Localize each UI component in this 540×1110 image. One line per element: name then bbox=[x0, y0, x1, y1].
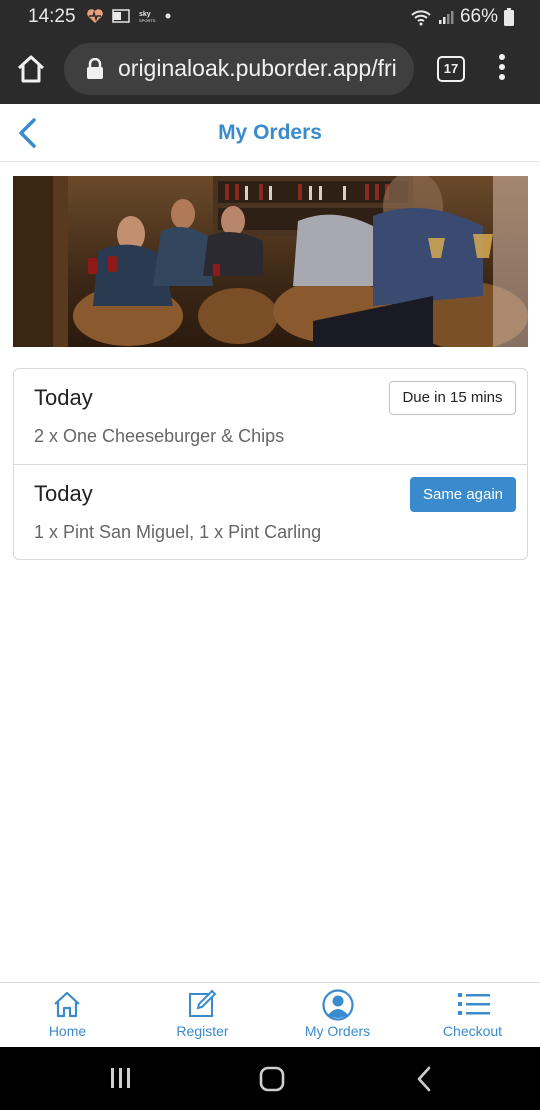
status-bar: 14:25 sky SPORTS 66% bbox=[0, 0, 540, 34]
edit-icon bbox=[189, 989, 217, 1017]
sky-sports-icon: skySPORTS bbox=[139, 11, 156, 23]
pub-photo bbox=[13, 176, 528, 347]
nav-register-label: Register bbox=[176, 1023, 229, 1039]
nav-home-label: Home bbox=[48, 1023, 87, 1039]
notification-icons: sky SPORTS bbox=[86, 8, 172, 24]
recent-apps-icon[interactable] bbox=[108, 1067, 134, 1089]
order-row[interactable]: Today Due in 15 mins 2 x One Cheeseburge… bbox=[14, 369, 527, 465]
nav-home[interactable]: Home bbox=[0, 983, 135, 1048]
nav-checkout[interactable]: Checkout bbox=[405, 983, 540, 1048]
browser-menu-icon[interactable] bbox=[494, 54, 510, 86]
system-back-icon[interactable] bbox=[414, 1066, 434, 1092]
nav-checkout-label: Checkout bbox=[442, 1023, 503, 1039]
nav-my-orders[interactable]: My Orders bbox=[270, 983, 405, 1048]
wifi-icon bbox=[411, 10, 431, 26]
status-right: 66% bbox=[410, 6, 514, 28]
health-icon bbox=[87, 9, 103, 23]
status-time: 14:25 bbox=[28, 6, 76, 27]
orders-list: Today Due in 15 mins 2 x One Cheeseburge… bbox=[13, 368, 528, 560]
signal-icon bbox=[438, 11, 454, 24]
battery-icon bbox=[504, 8, 514, 26]
svg-text:SPORTS: SPORTS bbox=[139, 18, 156, 23]
system-navigation-bar bbox=[0, 1047, 540, 1110]
pub-hero-image bbox=[13, 176, 528, 347]
user-icon bbox=[322, 989, 354, 1021]
svg-text:sky: sky bbox=[139, 11, 151, 18]
url-text: originaloak.puborder.app/fri bbox=[118, 55, 397, 81]
due-status-badge: Due in 15 mins bbox=[389, 381, 516, 415]
list-icon bbox=[458, 993, 490, 1015]
system-home-icon[interactable] bbox=[259, 1066, 285, 1092]
address-bar[interactable]: originaloak.puborder.app/fri bbox=[64, 43, 414, 95]
nav-register[interactable]: Register bbox=[135, 983, 270, 1048]
order-date: Today bbox=[34, 385, 93, 410]
battery-percent: 66% bbox=[459, 6, 498, 27]
home-icon bbox=[54, 991, 80, 1018]
order-row[interactable]: Today Same again 1 x Pint San Miguel, 1 … bbox=[14, 465, 527, 559]
tab-switcher-button[interactable]: 17 bbox=[437, 56, 465, 82]
same-again-button[interactable]: Same again bbox=[410, 477, 516, 512]
page-title: My Orders bbox=[218, 121, 322, 144]
browser-toolbar: originaloak.puborder.app/fri 17 bbox=[0, 34, 540, 104]
app-header: My Orders bbox=[0, 104, 540, 162]
lock-icon bbox=[87, 58, 103, 79]
order-date: Today bbox=[34, 481, 93, 506]
nav-my-orders-label: My Orders bbox=[304, 1023, 371, 1039]
bottom-navigation: Home Register My Orders Checkout bbox=[0, 982, 540, 1047]
outlook-icon bbox=[112, 9, 130, 23]
dot-icon bbox=[165, 13, 171, 19]
browser-home-icon[interactable] bbox=[16, 54, 46, 84]
order-items: 2 x One Cheeseburger & Chips bbox=[34, 426, 285, 446]
order-items: 1 x Pint San Miguel, 1 x Pint Carling bbox=[34, 522, 322, 542]
